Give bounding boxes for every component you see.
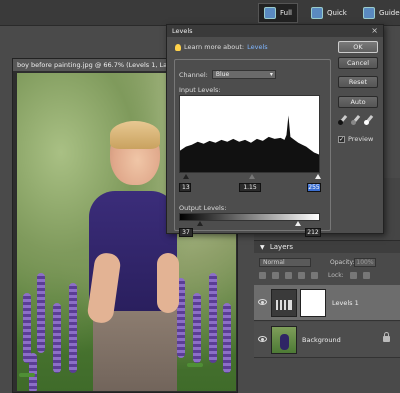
histogram [179,95,320,173]
lock-transparency-icon[interactable] [349,271,357,279]
output-gradient [179,213,320,221]
layers-panel: ▼ Layers Normal Opacity: 100% Lock: Leve… [254,240,400,393]
ok-button[interactable]: OK [338,41,378,53]
cancel-button[interactable]: Cancel [338,57,378,69]
black-point-handle[interactable] [183,174,189,179]
dialog-titlebar[interactable]: Levels × [167,25,383,37]
white-eyedropper-icon[interactable] [364,115,374,125]
lightbulb-icon [175,43,181,51]
learn-more: Learn more about: Levels [175,43,268,51]
mode-full-button[interactable]: Full [258,3,298,23]
boy-arm [157,253,179,313]
collapse-triangle-icon[interactable]: ▼ [260,244,265,251]
flower [23,293,31,363]
flower [193,293,201,363]
layer-name: Levels 1 [332,299,359,307]
output-white-field[interactable]: 212 [305,228,321,237]
flower [69,283,77,373]
opacity-field[interactable]: 100% [354,258,376,267]
output-black-handle[interactable] [197,221,203,226]
mode-bar: Full Quick Guided [0,0,400,26]
flower [53,303,61,373]
trash-icon[interactable] [311,271,318,279]
input-gamma-field[interactable]: 1.15 [239,183,261,192]
boy-hair [110,121,160,149]
layer-mask-thumbnail[interactable] [300,289,326,317]
lock-label: Lock: [328,271,344,279]
learn-link[interactable]: Levels [247,43,268,51]
input-black-field[interactable]: 13 [179,183,191,192]
mode-guided-label: Guided [379,9,400,17]
link-icon[interactable] [298,271,305,279]
close-icon[interactable]: × [371,26,378,35]
channel-label: Channel: [179,70,208,79]
quick-mode-icon [311,7,323,19]
reset-button[interactable]: Reset [338,76,378,88]
channel-select[interactable]: Blue ▾ [211,70,276,79]
background-thumbnail [271,326,297,354]
input-levels-label: Input Levels: [179,86,221,94]
flower [37,273,45,353]
white-point-handle[interactable] [315,174,321,179]
flower [29,353,37,391]
lock-all-icon[interactable] [362,271,370,279]
auto-button[interactable]: Auto [338,96,378,108]
mode-full-label: Full [280,9,292,17]
histogram-shape [180,115,319,172]
layers-title: Layers [269,243,294,251]
preview-label: Preview [348,135,374,143]
checkmark-icon[interactable]: ✓ [338,135,345,143]
blend-mode-select[interactable]: Normal [259,258,311,267]
mode-quick-label: Quick [327,9,347,17]
black-eyedropper-icon[interactable] [338,115,348,125]
layer-row-background[interactable]: Background [254,322,400,358]
dialog-title: Levels [172,27,193,35]
mask-icon[interactable] [285,271,292,279]
mode-quick-button[interactable]: Quick [306,3,352,23]
lock-icon [383,332,390,342]
mode-guided-button[interactable]: Guided [358,3,400,23]
guided-mode-icon [363,7,375,19]
chevron-down-icon: ▾ [269,71,273,78]
flower [209,273,217,363]
workspace: Full Quick Guided boy before painting.jp… [0,0,400,393]
new-layer-icon[interactable] [259,271,266,279]
output-white-handle[interactable] [295,221,301,226]
levels-dialog: Levels × Learn more about: Levels OK Can… [166,24,384,237]
layer-tools: Lock: [259,270,399,280]
learn-prefix: Learn more about: [184,43,245,51]
layer-name: Background [302,336,341,344]
leaf [187,363,203,367]
levels-adjustment-thumbnail [271,289,297,317]
eye-icon[interactable] [258,299,267,305]
gamma-handle[interactable] [249,174,255,179]
channel-row: Channel: Blue ▾ [179,70,276,79]
output-slider[interactable] [179,221,320,227]
output-black-field[interactable]: 37 [179,228,193,237]
leaf [19,373,35,377]
full-mode-icon [264,7,276,19]
channel-value: Blue [215,71,230,78]
input-white-field[interactable]: 255 [307,183,321,192]
eye-icon[interactable] [258,336,267,342]
output-levels-label: Output Levels: [179,204,227,212]
flower [223,303,231,373]
layers-panel-header[interactable]: ▼ Layers [254,241,400,253]
layer-row-levels[interactable]: Levels 1 [254,285,400,321]
opacity-label: Opacity: [330,259,355,266]
input-slider[interactable] [179,174,321,180]
gray-eyedropper-icon[interactable] [351,115,361,125]
preview-checkbox[interactable]: ✓ Preview [338,135,373,143]
adjustment-layer-icon[interactable] [272,271,279,279]
